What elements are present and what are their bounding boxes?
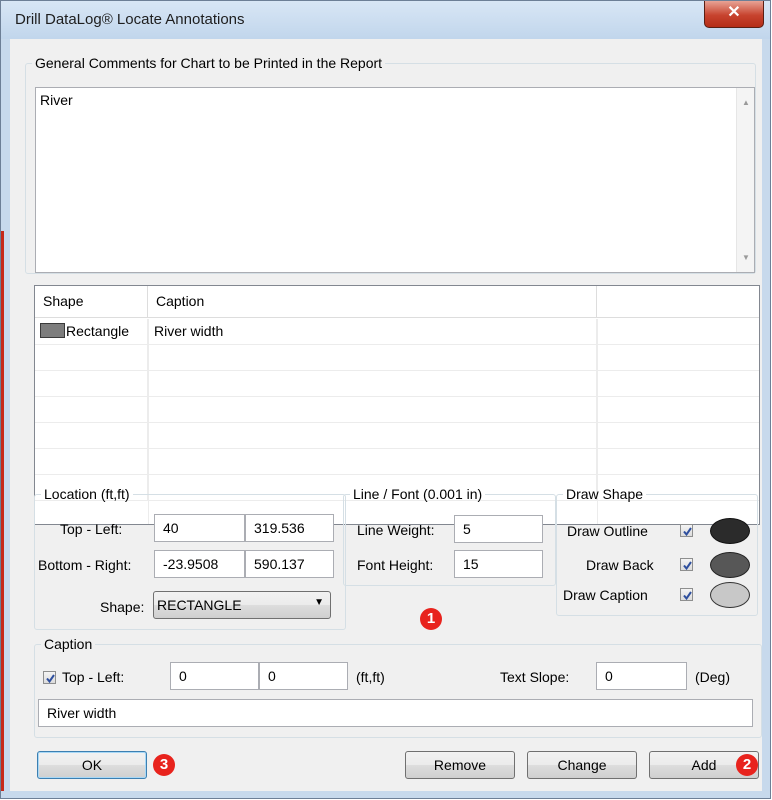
location-legend: Location (ft,ft) bbox=[44, 486, 130, 502]
empty-cell bbox=[35, 397, 148, 422]
top-left-y-field[interactable]: 319.536 bbox=[245, 514, 334, 542]
back-color-swatch[interactable] bbox=[710, 552, 750, 578]
empty-cell bbox=[35, 449, 148, 474]
empty-cell bbox=[148, 345, 597, 370]
row-extra-cell bbox=[597, 319, 759, 344]
text-slope-label: Text Slope: bbox=[500, 669, 570, 685]
column-header-shape[interactable]: Shape bbox=[35, 286, 148, 318]
remove-button[interactable]: Remove bbox=[405, 751, 515, 779]
location-top-left-label: Top - Left: bbox=[60, 521, 123, 537]
rectangle-swatch-icon bbox=[40, 323, 65, 338]
scroll-up-arrow-icon[interactable]: ▲ bbox=[742, 98, 750, 107]
check-icon bbox=[683, 591, 692, 601]
comments-legend: General Comments for Chart to be Printed… bbox=[35, 55, 383, 71]
left-edge-accent bbox=[1, 231, 4, 791]
bottom-right-x-field[interactable]: -23.9508 bbox=[154, 550, 245, 578]
scroll-down-arrow-icon[interactable]: ▼ bbox=[742, 253, 750, 262]
callout-badge-1: 1 bbox=[420, 608, 442, 630]
empty-cell bbox=[35, 345, 148, 370]
font-height-label: Font Height: bbox=[357, 557, 434, 573]
table-row[interactable] bbox=[35, 423, 759, 449]
row-shape-cell: Rectangle bbox=[35, 319, 148, 344]
caption-x-field[interactable]: 0 bbox=[170, 662, 259, 690]
bottom-right-y-field[interactable]: 590.137 bbox=[245, 550, 334, 578]
empty-cell bbox=[148, 449, 597, 474]
table-row[interactable] bbox=[35, 345, 759, 371]
draw-shape-legend: Draw Shape bbox=[566, 486, 644, 502]
check-icon bbox=[683, 527, 692, 537]
draw-caption-label: Draw Caption bbox=[563, 587, 648, 603]
close-button[interactable]: ✕ bbox=[704, 1, 764, 28]
table-row[interactable] bbox=[35, 449, 759, 475]
outline-color-swatch[interactable] bbox=[710, 518, 750, 544]
chevron-down-icon: ▼ bbox=[314, 597, 324, 608]
shape-label: Shape: bbox=[100, 599, 145, 615]
comments-text: River bbox=[40, 92, 73, 108]
caption-top-left-checkbox[interactable] bbox=[43, 671, 56, 684]
font-height-field[interactable]: 15 bbox=[454, 550, 543, 578]
empty-cell bbox=[35, 423, 148, 448]
text-slope-field[interactable]: 0 bbox=[596, 662, 687, 690]
column-header-extra[interactable] bbox=[597, 286, 759, 318]
draw-back-label: Draw Back bbox=[586, 557, 654, 573]
draw-caption-checkbox[interactable] bbox=[680, 588, 693, 601]
caption-legend: Caption bbox=[44, 636, 93, 652]
row-shape-text: Rectangle bbox=[66, 323, 130, 339]
empty-cell bbox=[148, 371, 597, 396]
line-font-legend: Line / Font (0.001 in) bbox=[353, 486, 483, 502]
column-header-caption[interactable]: Caption bbox=[148, 286, 597, 318]
comments-scrollbar[interactable]: ▲ ▼ bbox=[736, 88, 754, 272]
caption-units-label: (ft,ft) bbox=[356, 669, 385, 685]
table-row[interactable] bbox=[35, 397, 759, 423]
comments-textarea[interactable]: River ▲ ▼ bbox=[35, 87, 755, 273]
line-weight-label: Line Weight: bbox=[357, 522, 435, 538]
change-button[interactable]: Change bbox=[527, 751, 637, 779]
caption-color-swatch[interactable] bbox=[710, 582, 750, 608]
empty-cell bbox=[35, 371, 148, 396]
check-icon bbox=[46, 674, 55, 684]
deg-units-label: (Deg) bbox=[695, 669, 731, 685]
window-title: Drill DataLog® Locate Annotations bbox=[15, 11, 245, 28]
draw-outline-label: Draw Outline bbox=[567, 523, 648, 539]
caption-y-field[interactable]: 0 bbox=[259, 662, 348, 690]
ok-button[interactable]: OK bbox=[37, 751, 147, 779]
check-icon bbox=[683, 561, 692, 571]
dialog-client-area: General Comments for Chart to be Printed… bbox=[10, 39, 762, 791]
table-row[interactable]: Rectangle River width bbox=[35, 319, 759, 345]
empty-cell bbox=[148, 423, 597, 448]
close-icon: ✕ bbox=[727, 4, 741, 21]
empty-cell bbox=[148, 397, 597, 422]
location-bottom-right-label: Bottom - Right: bbox=[38, 557, 132, 573]
shape-dropdown[interactable]: RECTANGLE ▼ bbox=[153, 591, 331, 619]
draw-outline-checkbox[interactable] bbox=[680, 524, 693, 537]
callout-badge-2: 2 bbox=[736, 754, 758, 776]
shape-dropdown-value: RECTANGLE bbox=[157, 597, 242, 613]
dialog-window: Drill DataLog® Locate Annotations ✕ Gene… bbox=[0, 0, 771, 799]
title-bar[interactable]: Drill DataLog® Locate Annotations ✕ bbox=[1, 1, 770, 39]
draw-back-checkbox[interactable] bbox=[680, 558, 693, 571]
table-row[interactable] bbox=[35, 371, 759, 397]
caption-text-field[interactable]: River width bbox=[38, 699, 753, 727]
top-left-x-field[interactable]: 40 bbox=[154, 514, 245, 542]
line-weight-field[interactable]: 5 bbox=[454, 515, 543, 543]
callout-badge-3: 3 bbox=[153, 754, 175, 776]
row-caption-cell: River width bbox=[148, 319, 597, 344]
caption-top-left-label[interactable]: Top - Left: bbox=[62, 669, 124, 685]
